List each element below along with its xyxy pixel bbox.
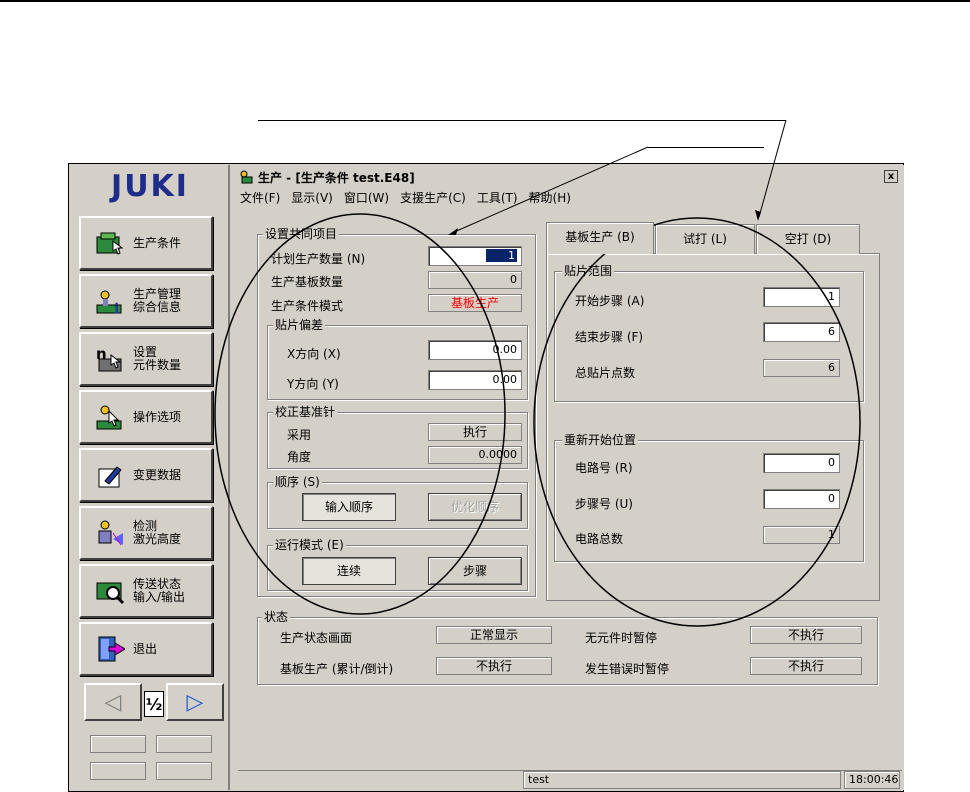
- annotation-ellipse-right: [533, 217, 861, 627]
- arrowhead-icon: [448, 228, 458, 235]
- annotation-arrow-left: [451, 146, 649, 234]
- annotation-ellipse-left: [214, 213, 506, 615]
- tab-board-production[interactable]: 基板生产 (B): [546, 222, 654, 254]
- annotation-arrow-right: [758, 119, 787, 218]
- annotation-overlay: [214, 119, 861, 627]
